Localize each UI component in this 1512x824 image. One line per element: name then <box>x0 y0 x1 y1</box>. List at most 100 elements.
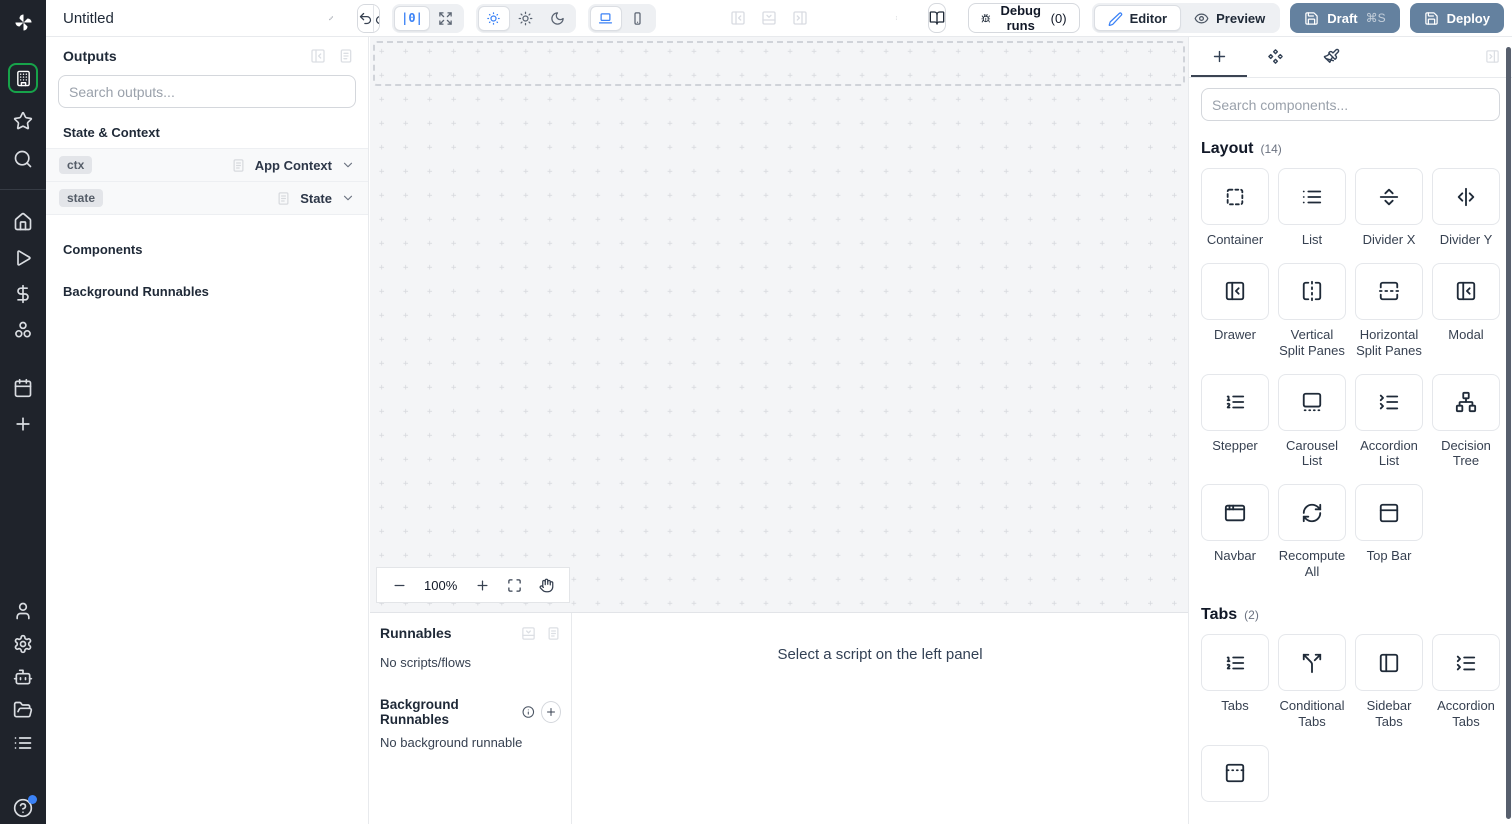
docs-button[interactable] <box>928 3 947 33</box>
toggle-left-panel-icon[interactable] <box>730 10 746 26</box>
component-card-top-bar[interactable]: Top Bar <box>1355 484 1423 580</box>
collapse-outputs-icon[interactable] <box>310 48 326 64</box>
more-menu-icon[interactable] <box>894 10 898 26</box>
recompute-all-card[interactable] <box>1278 484 1346 542</box>
component-card-recompute-all[interactable]: Recompute All <box>1278 484 1346 580</box>
component-card-accordion-tabs[interactable]: Accordion Tabs <box>1432 634 1500 730</box>
history-group <box>357 3 381 33</box>
rename-pencil-icon[interactable] <box>329 10 334 26</box>
divider-y-card[interactable] <box>1432 168 1500 225</box>
empty-drop-zone[interactable] <box>373 41 1185 86</box>
component-card-carousel-list[interactable]: Carousel List <box>1278 373 1346 470</box>
component-card-divider-y[interactable]: Divider Y <box>1432 168 1500 248</box>
outputs-doc-icon[interactable] <box>338 48 354 64</box>
toggle-bottom-panel-icon[interactable] <box>761 10 777 26</box>
sidebar-tabs-card[interactable] <box>1355 634 1423 692</box>
sidebar-item-play[interactable] <box>0 248 46 268</box>
chevron-down-icon[interactable] <box>341 191 355 205</box>
collapse-runnables-icon[interactable] <box>521 626 536 641</box>
modal-card[interactable] <box>1432 262 1500 320</box>
unnamed-card[interactable] <box>1201 744 1269 802</box>
carousel-list-card[interactable] <box>1278 373 1346 431</box>
app-canvas[interactable]: ++++++++++++++++++++++++++++++++++ +++++… <box>370 37 1188 612</box>
horizontal-split-panes-card[interactable] <box>1355 262 1423 320</box>
debug-runs-button[interactable]: Debug runs (0) <box>968 3 1080 33</box>
output-row-ctx[interactable]: ctx App Context <box>46 149 368 182</box>
sidebar-item-user[interactable] <box>0 601 46 621</box>
components-panel-scrollbar[interactable] <box>1506 47 1511 819</box>
draft-button[interactable]: Draft ⌘S <box>1290 3 1400 33</box>
sidebar-item-resources[interactable] <box>0 320 46 340</box>
editor-mode-button[interactable]: Editor <box>1093 5 1182 31</box>
component-card-sidebar-tabs[interactable]: Sidebar Tabs <box>1355 634 1423 730</box>
top-bar-card[interactable] <box>1355 484 1423 542</box>
chevron-down-icon[interactable] <box>341 158 355 172</box>
sidebar-item-home[interactable] <box>0 212 46 232</box>
sidebar-item-search[interactable] <box>0 149 46 169</box>
theme-dark-button[interactable] <box>542 6 574 31</box>
sidebar-item-folder-open[interactable] <box>0 700 46 720</box>
collapse-components-panel-icon[interactable] <box>1485 49 1500 64</box>
component-card-container[interactable]: Container <box>1201 168 1269 248</box>
component-card-list[interactable]: List <box>1278 168 1346 248</box>
ctx-badge: ctx <box>59 156 93 174</box>
component-card-decision-tree[interactable]: Decision Tree <box>1432 373 1500 470</box>
component-card-unnamed[interactable] <box>1201 744 1269 809</box>
component-card-navbar[interactable]: Navbar <box>1201 484 1269 580</box>
accordion-list-card[interactable] <box>1355 373 1423 431</box>
tabs-card[interactable] <box>1201 634 1269 692</box>
component-card-stepper[interactable]: Stepper <box>1201 373 1269 470</box>
tab-insert-component[interactable] <box>1191 37 1247 77</box>
fit-screen-button[interactable] <box>507 578 522 593</box>
search-components-input[interactable] <box>1201 88 1500 121</box>
desktop-view-button[interactable] <box>589 5 622 31</box>
accordion-tabs-card[interactable] <box>1432 634 1500 692</box>
fit-view-button[interactable] <box>430 6 462 31</box>
deploy-button[interactable]: Deploy <box>1409 3 1504 33</box>
component-card-tabs[interactable]: Tabs <box>1201 634 1269 730</box>
sidebar-item-settings[interactable] <box>0 634 46 654</box>
preview-mode-button[interactable]: Preview <box>1181 5 1278 31</box>
pan-tool-button[interactable] <box>539 578 554 593</box>
toggle-right-panel-icon[interactable] <box>792 10 808 26</box>
theme-auto-button[interactable] <box>477 5 510 31</box>
component-card-accordion-list[interactable]: Accordion List <box>1355 373 1423 470</box>
runnables-doc-icon[interactable] <box>546 626 561 641</box>
drawer-card[interactable] <box>1201 262 1269 320</box>
divider-x-card[interactable] <box>1355 168 1423 225</box>
output-row-state[interactable]: state State <box>46 182 368 215</box>
sidebar-item-list[interactable] <box>0 733 46 753</box>
sidebar-item-star[interactable] <box>0 111 46 131</box>
component-card-vertical-split-panes[interactable]: Vertical Split Panes <box>1278 262 1346 359</box>
tab-styling[interactable] <box>1303 37 1359 77</box>
zoom-out-button[interactable] <box>392 578 407 593</box>
add-background-runnable-button[interactable] <box>541 701 561 723</box>
windmill-logo[interactable] <box>0 0 46 45</box>
sidebar-item-building[interactable] <box>0 63 46 93</box>
stepper-card[interactable] <box>1201 373 1269 431</box>
sidebar-item-dollar-sign[interactable] <box>0 284 46 304</box>
tab-component-settings[interactable] <box>1247 37 1303 77</box>
component-card-divider-x[interactable]: Divider X <box>1355 168 1423 248</box>
sidebar-item-calendar[interactable] <box>0 378 46 398</box>
list-card[interactable] <box>1278 168 1346 225</box>
sidebar-item-bot[interactable] <box>0 667 46 687</box>
component-card-horizontal-split-panes[interactable]: Horizontal Split Panes <box>1355 262 1423 359</box>
conditional-tabs-card[interactable] <box>1278 634 1346 692</box>
theme-light-button[interactable] <box>510 6 542 31</box>
navbar-card[interactable] <box>1201 484 1269 542</box>
undo-button[interactable] <box>358 4 374 32</box>
search-outputs-input[interactable] <box>58 75 356 108</box>
sidebar-item-help[interactable] <box>0 795 46 818</box>
sidebar-item-plus[interactable] <box>0 414 46 434</box>
component-card-conditional-tabs[interactable]: Conditional Tabs <box>1278 634 1346 730</box>
decision-tree-card[interactable] <box>1432 373 1500 431</box>
zoom-in-button[interactable] <box>475 578 490 593</box>
component-card-modal[interactable]: Modal <box>1432 262 1500 359</box>
container-card[interactable] <box>1201 168 1269 225</box>
zoom-reset-button[interactable]: |0| <box>394 5 430 31</box>
redo-button[interactable] <box>373 4 380 32</box>
mobile-view-button[interactable] <box>622 6 654 31</box>
component-card-drawer[interactable]: Drawer <box>1201 262 1269 359</box>
vertical-split-panes-card[interactable] <box>1278 262 1346 320</box>
